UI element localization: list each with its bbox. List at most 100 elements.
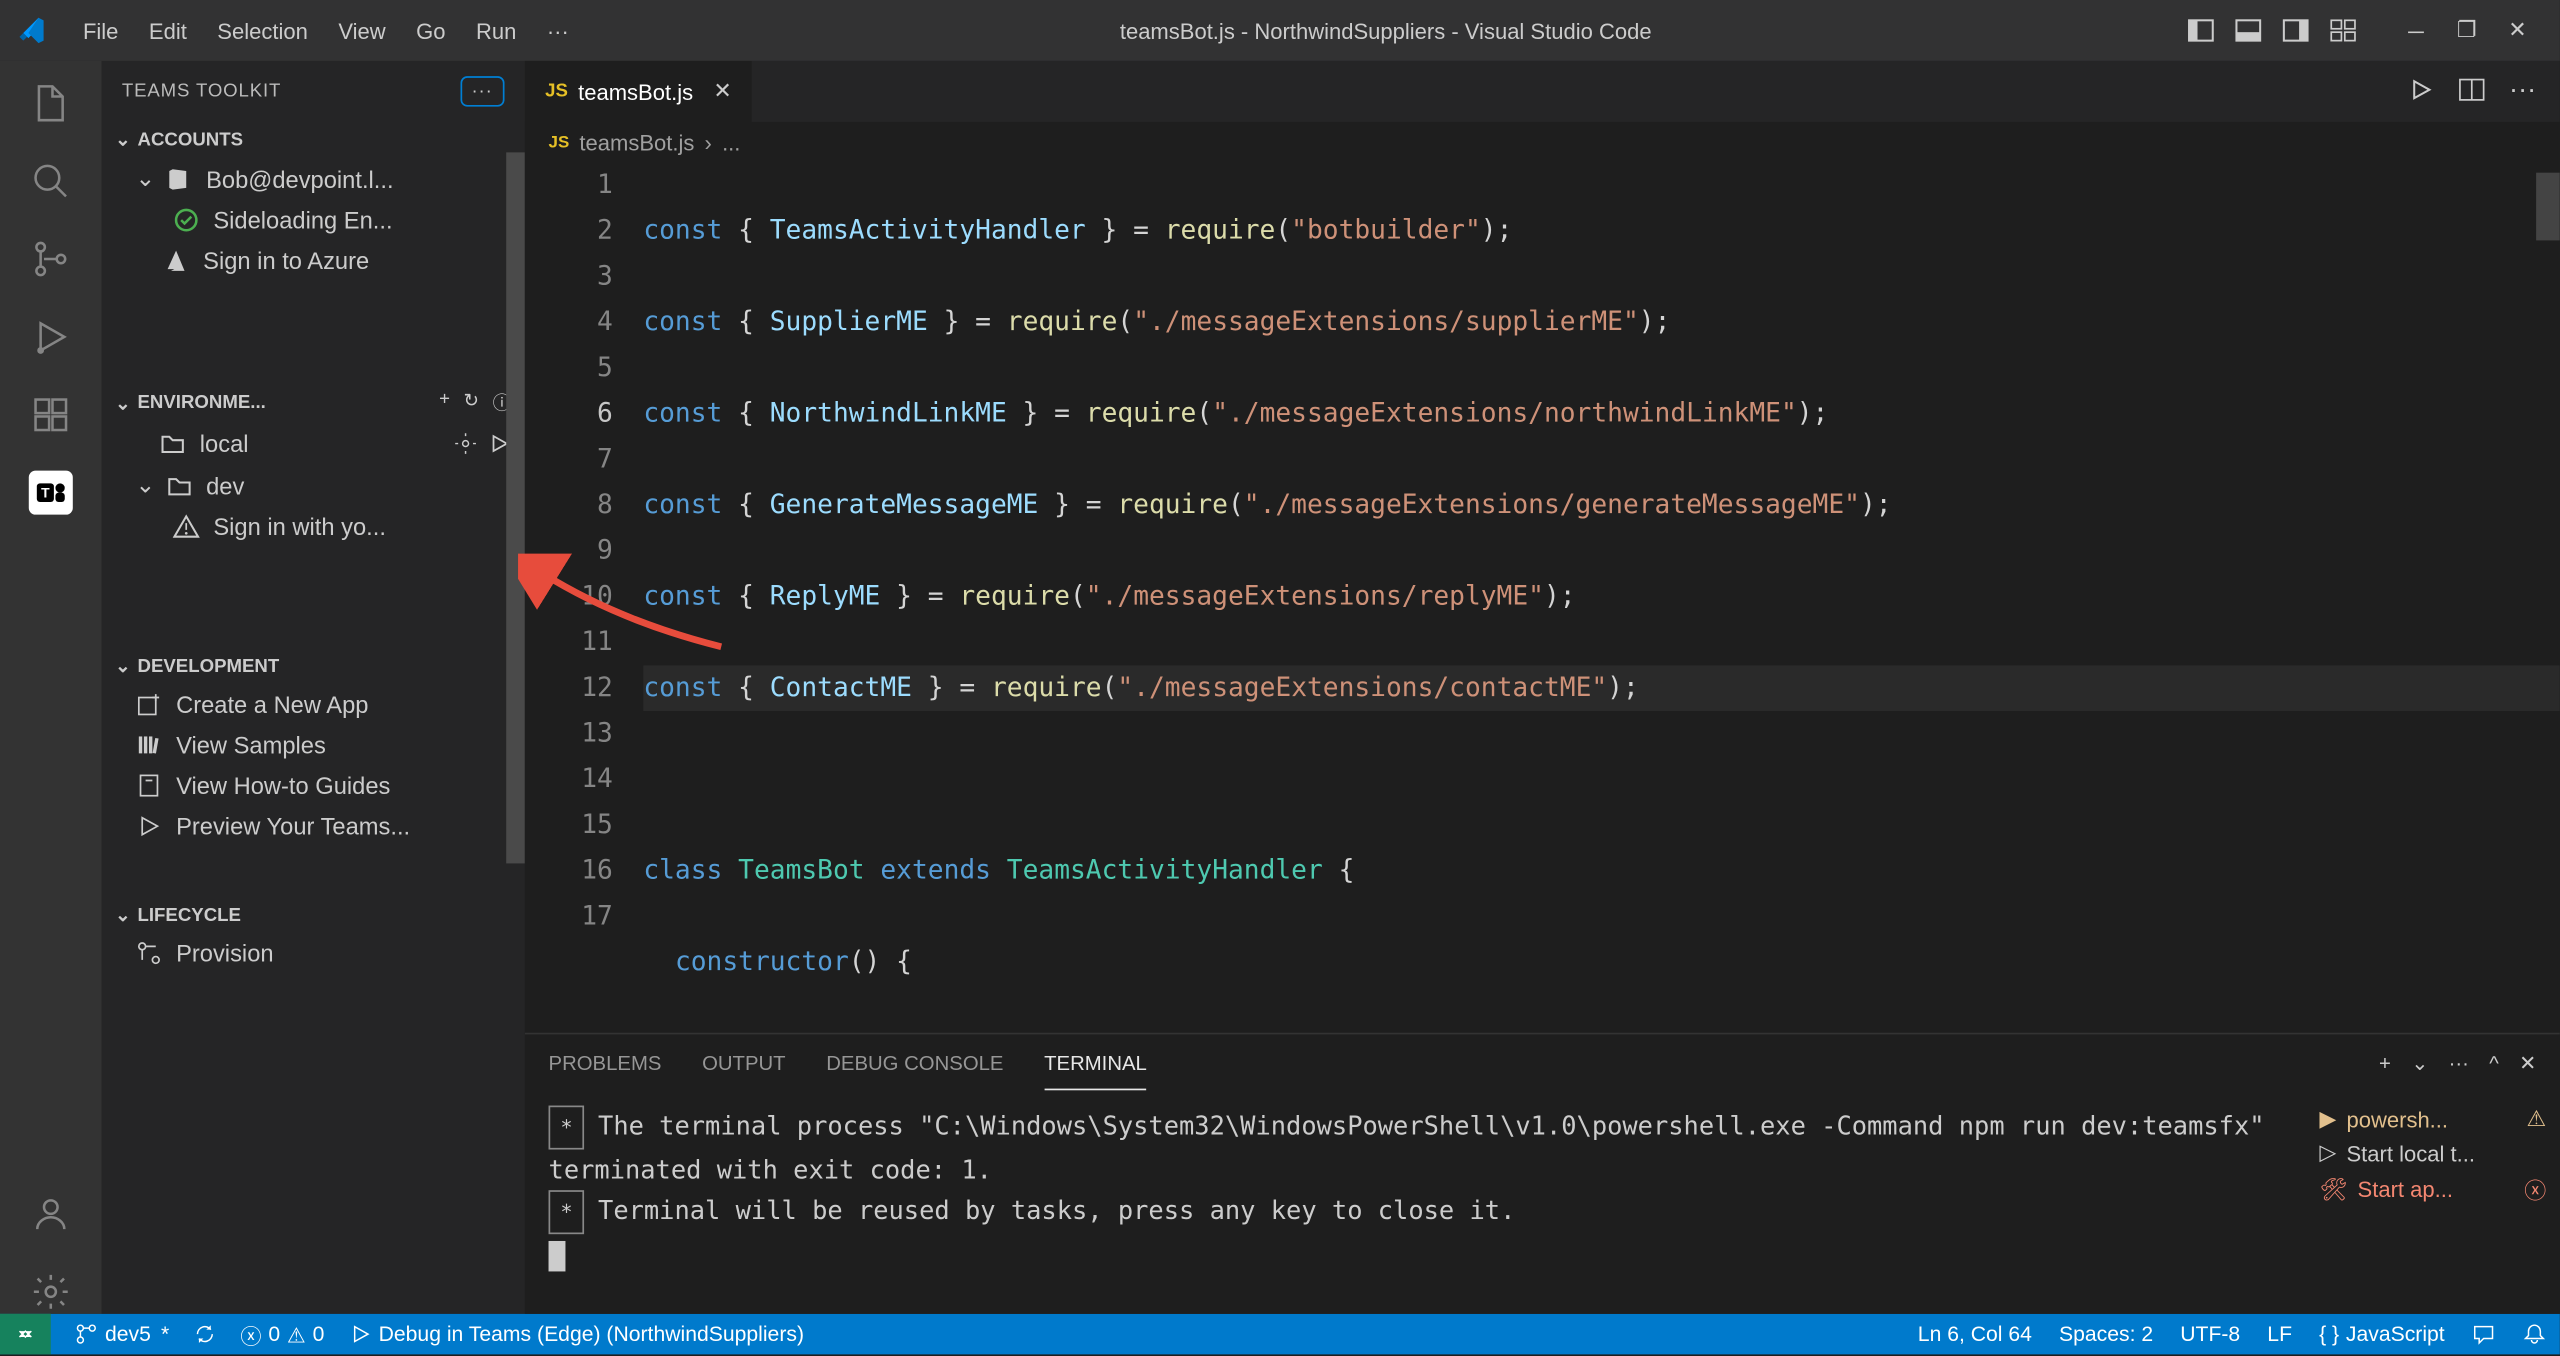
sign-in-warning[interactable]: Sign in with yo... bbox=[102, 506, 525, 547]
panel-more-icon[interactable]: ··· bbox=[2449, 1051, 2469, 1075]
terminal-start-local[interactable]: ▷Start local t... bbox=[2319, 1136, 2546, 1170]
eol[interactable]: LF bbox=[2267, 1322, 2292, 1346]
menu-run[interactable]: Run bbox=[461, 18, 532, 43]
tab-teamsbot[interactable]: JS teamsBot.js ✕ bbox=[525, 61, 752, 122]
preview-teams[interactable]: Preview Your Teams... bbox=[102, 806, 525, 847]
menu-more-icon[interactable]: ··· bbox=[532, 18, 584, 43]
menu-file[interactable]: File bbox=[68, 18, 134, 43]
close-tab-icon[interactable]: ✕ bbox=[713, 78, 731, 105]
new-terminal-icon[interactable]: + bbox=[2379, 1051, 2391, 1075]
terminal-dropdown-icon[interactable]: ⌄ bbox=[2411, 1051, 2428, 1075]
sideloading-status[interactable]: Sideloading En... bbox=[102, 200, 525, 241]
git-branch[interactable]: dev5* bbox=[74, 1322, 169, 1346]
javascript-icon: JS bbox=[545, 81, 568, 101]
teams-toolkit-icon[interactable]: T bbox=[29, 471, 73, 515]
sidebar-more-icon[interactable]: ··· bbox=[460, 76, 505, 106]
warning-icon: ⚠ bbox=[2527, 1106, 2547, 1133]
split-editor-icon[interactable] bbox=[2458, 76, 2485, 106]
menu-edit[interactable]: Edit bbox=[134, 18, 202, 43]
tree-label: Preview Your Teams... bbox=[176, 813, 410, 840]
indentation[interactable]: Spaces: 2 bbox=[2059, 1322, 2153, 1346]
accounts-icon[interactable] bbox=[29, 1192, 73, 1236]
maximize-button[interactable]: ❐ bbox=[2441, 17, 2492, 44]
feedback-icon[interactable] bbox=[2472, 1322, 2496, 1346]
tab-bar: JS teamsBot.js ✕ ··· bbox=[525, 61, 2560, 122]
breadcrumb-file: teamsBot.js bbox=[579, 130, 694, 155]
panel-tab-terminal[interactable]: TERMINAL bbox=[1044, 1037, 1147, 1089]
env-local[interactable]: local bbox=[102, 423, 525, 464]
provision[interactable]: Provision bbox=[102, 933, 525, 974]
problems-status[interactable]: ⓧ 0 ⚠ 0 bbox=[240, 1318, 324, 1350]
close-button[interactable]: ✕ bbox=[2492, 17, 2543, 44]
terminal-start-app[interactable]: 🛠Start ap...ⓧ bbox=[2319, 1170, 2546, 1209]
layout-customize-icon[interactable] bbox=[2330, 17, 2357, 44]
explorer-icon[interactable] bbox=[29, 81, 73, 125]
add-icon[interactable]: + bbox=[439, 389, 450, 416]
panel-tab-debug-console[interactable]: DEBUG CONSOLE bbox=[826, 1038, 1003, 1089]
run-file-icon[interactable] bbox=[2407, 76, 2434, 106]
term-label: powersh... bbox=[2346, 1106, 2448, 1131]
m365-icon bbox=[165, 165, 192, 192]
remote-indicator[interactable] bbox=[0, 1314, 51, 1355]
menu-go[interactable]: Go bbox=[401, 18, 461, 43]
tree-label: View Samples bbox=[176, 731, 326, 758]
tree-label: Provision bbox=[176, 940, 274, 967]
statusbar: dev5* ⓧ 0 ⚠ 0 Debug in Teams (Edge) (Nor… bbox=[0, 1314, 2560, 1355]
section-lifecycle[interactable]: ⌄ LIFECYCLE bbox=[102, 897, 525, 933]
terminal-powershell[interactable]: ▶powersh...⚠ bbox=[2319, 1102, 2546, 1136]
panel-tab-output[interactable]: OUTPUT bbox=[702, 1038, 786, 1089]
chevron-down-icon: ⌄ bbox=[135, 471, 155, 500]
cursor-position[interactable]: Ln 6, Col 64 bbox=[1918, 1322, 2032, 1346]
encoding[interactable]: UTF-8 bbox=[2180, 1322, 2240, 1346]
terminal-output[interactable]: *The terminal process "C:\Windows\System… bbox=[525, 1092, 2306, 1314]
layout-panel-icon[interactable] bbox=[2235, 17, 2262, 44]
language-mode[interactable]: { } JavaScript bbox=[2319, 1322, 2445, 1346]
menu-view[interactable]: View bbox=[323, 18, 401, 43]
sign-in-azure[interactable]: Sign in to Azure bbox=[102, 240, 525, 281]
account-m365[interactable]: ⌄ Bob@devpoint.l... bbox=[102, 157, 525, 199]
check-circle-icon bbox=[173, 207, 200, 234]
section-development[interactable]: ⌄ DEVELOPMENT bbox=[102, 648, 525, 684]
overview-ruler[interactable] bbox=[2536, 163, 2560, 1033]
window-title: teamsBot.js - NorthwindSuppliers - Visua… bbox=[584, 18, 2187, 43]
breadcrumb[interactable]: JS teamsBot.js › ... bbox=[525, 122, 2560, 163]
minimize-button[interactable]: ─ bbox=[2391, 18, 2442, 43]
javascript-icon: JS bbox=[549, 133, 570, 152]
svg-text:T: T bbox=[41, 484, 50, 500]
section-accounts[interactable]: ⌄ ACCOUNTS bbox=[102, 122, 525, 158]
editor-more-icon[interactable]: ··· bbox=[2509, 76, 2536, 106]
section-environment[interactable]: ⌄ ENVIRONME... + ↻ ⓘ bbox=[102, 383, 525, 424]
notifications-icon[interactable] bbox=[2523, 1322, 2547, 1346]
view-howto[interactable]: View How-to Guides bbox=[102, 765, 525, 806]
debug-settings-icon[interactable] bbox=[454, 432, 478, 456]
chevron-down-icon: ⌄ bbox=[115, 655, 131, 677]
source-control-icon[interactable] bbox=[29, 237, 73, 281]
sidebar-scrollbar[interactable] bbox=[506, 152, 525, 863]
warning-icon: ⚠ bbox=[287, 1321, 306, 1346]
run-debug-icon[interactable] bbox=[29, 315, 73, 359]
extensions-icon[interactable] bbox=[29, 393, 73, 437]
settings-gear-icon[interactable] bbox=[29, 1270, 73, 1314]
search-icon[interactable] bbox=[29, 159, 73, 203]
code-editor[interactable]: 1234567891011121314151617 const { TeamsA… bbox=[525, 163, 2560, 1033]
env-dev[interactable]: ⌄ dev bbox=[102, 464, 525, 506]
debug-target[interactable]: Debug in Teams (Edge) (NorthwindSupplier… bbox=[348, 1322, 804, 1346]
azure-icon bbox=[163, 247, 190, 274]
folder-icon bbox=[165, 472, 192, 499]
sidebar-title: TEAMS TOOLKIT bbox=[122, 81, 281, 101]
refresh-icon[interactable]: ↻ bbox=[464, 389, 480, 416]
play-icon: ▷ bbox=[2319, 1139, 2336, 1166]
create-new-app[interactable]: Create a New App bbox=[102, 684, 525, 725]
menu-selection[interactable]: Selection bbox=[202, 18, 323, 43]
sync-icon[interactable] bbox=[193, 1322, 217, 1346]
activity-bar: T bbox=[0, 61, 102, 1314]
layout-sidebar-left-icon[interactable] bbox=[2187, 17, 2214, 44]
warning-icon bbox=[173, 513, 200, 540]
maximize-panel-icon[interactable]: ^ bbox=[2489, 1051, 2499, 1075]
panel-tab-problems[interactable]: PROBLEMS bbox=[549, 1038, 662, 1089]
chevron-down-icon: ⌄ bbox=[115, 129, 131, 151]
view-samples[interactable]: View Samples bbox=[102, 725, 525, 766]
close-panel-icon[interactable]: ✕ bbox=[2519, 1051, 2536, 1075]
layout-sidebar-right-icon[interactable] bbox=[2282, 17, 2309, 44]
code-content[interactable]: const { TeamsActivityHandler } = require… bbox=[643, 163, 2559, 1033]
